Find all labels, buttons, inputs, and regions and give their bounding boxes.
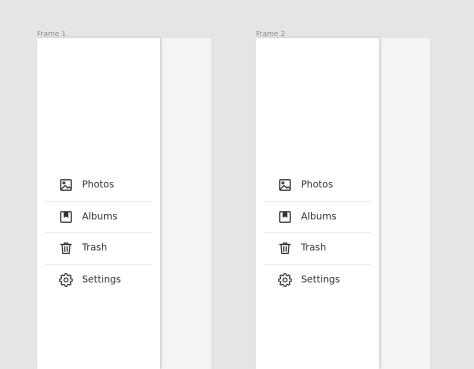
trash-icon [58,240,74,256]
menu-item-label: Settings [82,274,121,286]
menu-item-label: Settings [301,274,340,286]
menu-item-trash[interactable]: Trash [264,233,371,265]
menu-item-label: Albums [82,211,118,223]
frame-1: Photos Albums Trash Settings [37,38,211,369]
menu-item-label: Trash [301,242,327,254]
menu-item-label: Photos [82,179,115,191]
frame-2: Photos Albums Trash Settings [256,38,430,369]
gear-icon [58,272,74,288]
frame-2-label: Frame 2 [256,30,286,38]
menu-item-photos[interactable]: Photos [45,170,152,202]
menu-item-photos[interactable]: Photos [264,170,371,202]
album-bookmark-icon [277,209,293,225]
drawer-menu: Photos Albums Trash Settings [45,170,152,296]
navigation-drawer: Photos Albums Trash Settings [37,38,160,369]
navigation-drawer: Photos Albums Trash Settings [256,38,379,369]
menu-item-label: Trash [82,242,108,254]
image-icon [277,177,293,193]
menu-item-settings[interactable]: Settings [264,265,371,297]
frame-1-label: Frame 1 [37,30,67,38]
trash-icon [277,240,293,256]
image-icon [58,177,74,193]
menu-item-label: Photos [301,179,334,191]
menu-item-albums[interactable]: Albums [45,202,152,233]
menu-item-albums[interactable]: Albums [264,202,371,233]
menu-item-settings[interactable]: Settings [45,265,152,297]
menu-item-label: Albums [301,211,337,223]
gear-icon [277,272,293,288]
album-bookmark-icon [58,209,74,225]
drawer-menu: Photos Albums Trash Settings [264,170,371,296]
menu-item-trash[interactable]: Trash [45,233,152,265]
